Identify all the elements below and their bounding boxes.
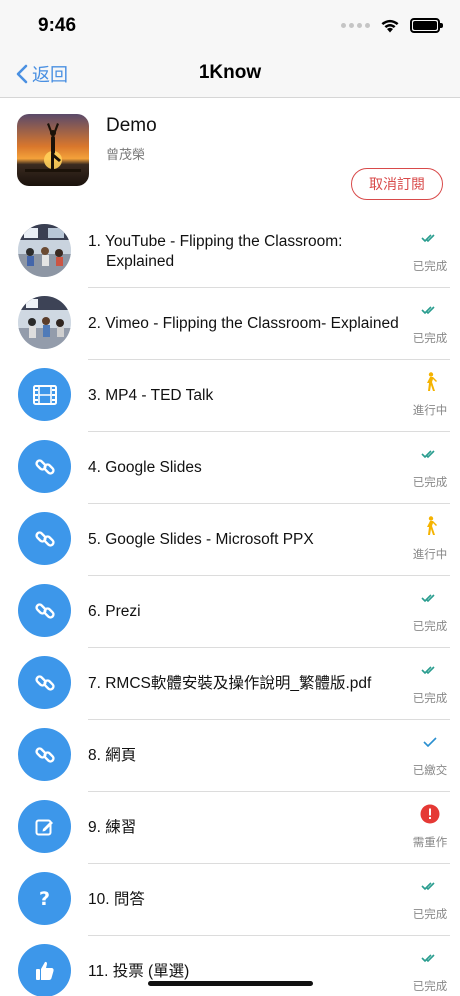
list-item[interactable]: 6. Prezi 已完成 bbox=[0, 576, 460, 648]
double-check-icon bbox=[421, 450, 435, 459]
course-cover-image bbox=[17, 114, 89, 186]
home-indicator bbox=[148, 981, 313, 986]
unit-title: 8. 網頁 bbox=[88, 747, 137, 764]
double-check-icon bbox=[421, 882, 435, 891]
double-check-icon bbox=[421, 666, 435, 675]
status-completed: 已完成 bbox=[408, 946, 452, 996]
status-completed: 已完成 bbox=[408, 298, 452, 350]
link-icon bbox=[18, 440, 71, 493]
video-thumbnail bbox=[18, 224, 71, 277]
status-in-progress: 進行中 bbox=[408, 514, 452, 566]
list-item[interactable]: ? 10. 問答 已完成 bbox=[0, 864, 460, 936]
list-item[interactable]: 5. Google Slides - Microsoft PPX 進行中 bbox=[0, 504, 460, 576]
status-icons bbox=[341, 18, 443, 33]
status-completed: 已完成 bbox=[408, 226, 452, 278]
unit-title: 4. Google Slides bbox=[88, 459, 202, 476]
walking-person-icon bbox=[427, 516, 437, 535]
link-icon bbox=[18, 656, 71, 709]
unit-title: 10. 問答 bbox=[88, 891, 145, 908]
double-check-icon bbox=[421, 954, 435, 963]
double-check-icon bbox=[421, 594, 435, 603]
unit-list: 1. YouTube - Flipping the Classroom: Exp… bbox=[0, 216, 460, 996]
status-time: 9:46 bbox=[38, 15, 77, 36]
double-check-icon bbox=[421, 306, 435, 315]
status-submitted: 已繳交 bbox=[408, 730, 452, 782]
link-icon bbox=[18, 584, 71, 637]
signal-icon bbox=[341, 23, 370, 28]
course-teacher: 曾茂榮 bbox=[106, 147, 146, 162]
unsubscribe-button[interactable]: 取消訂閱 bbox=[351, 168, 443, 200]
status-bar: 9:46 bbox=[0, 0, 460, 50]
unit-title: 5. Google Slides - Microsoft PPX bbox=[88, 531, 314, 548]
link-icon bbox=[18, 512, 71, 565]
status-completed: 已完成 bbox=[408, 874, 452, 926]
list-item[interactable]: 8. 網頁 已繳交 bbox=[0, 720, 460, 792]
alert-icon bbox=[420, 804, 440, 824]
status-in-progress: 進行中 bbox=[408, 370, 452, 422]
unit-title: 2. Vimeo - Flipping the Classroom- Expla… bbox=[88, 315, 399, 332]
wifi-icon bbox=[381, 19, 399, 33]
list-item[interactable]: 9. 練習 需重作 bbox=[0, 792, 460, 864]
unit-title: 6. Prezi bbox=[88, 603, 141, 620]
thumbs-up-icon bbox=[18, 944, 71, 996]
link-icon bbox=[18, 728, 71, 781]
unit-title: 11. 投票 (單選) bbox=[88, 963, 190, 980]
list-item[interactable]: 3. MP4 - TED Talk 進行中 bbox=[0, 360, 460, 432]
status-completed: 已完成 bbox=[408, 442, 452, 494]
double-check-icon bbox=[421, 234, 435, 243]
unit-title: 9. 練習 bbox=[88, 819, 137, 836]
unit-title: 1. YouTube - Flipping the Classroom: Exp… bbox=[88, 233, 343, 270]
unit-title: 3. MP4 - TED Talk bbox=[88, 387, 214, 404]
film-icon bbox=[18, 368, 71, 421]
course-header: Demo 曾茂榮 取消訂閱 bbox=[0, 98, 460, 216]
navigation-bar: 返回 1Know bbox=[0, 50, 460, 98]
list-item[interactable]: 2. Vimeo - Flipping the Classroom- Expla… bbox=[0, 288, 460, 360]
status-redo: 需重作 bbox=[408, 802, 452, 854]
walking-person-icon bbox=[427, 372, 437, 391]
video-thumbnail bbox=[18, 296, 71, 349]
unit-title: 7. RMCS軟體安裝及操作說明_繁體版.pdf bbox=[88, 675, 372, 692]
course-title: Demo bbox=[106, 115, 157, 136]
battery-icon bbox=[410, 18, 443, 33]
status-completed: 已完成 bbox=[408, 658, 452, 710]
edit-icon bbox=[18, 800, 71, 853]
page-title: 1Know bbox=[198, 62, 262, 83]
question-icon: ? bbox=[18, 872, 71, 925]
status-completed: 已完成 bbox=[408, 586, 452, 638]
list-item[interactable]: 11. 投票 (單選) 已完成 bbox=[0, 936, 460, 996]
list-item[interactable]: 1. YouTube - Flipping the Classroom: Exp… bbox=[0, 216, 460, 288]
list-item[interactable]: 4. Google Slides 已完成 bbox=[0, 432, 460, 504]
list-item[interactable]: 7. RMCS軟體安裝及操作說明_繁體版.pdf 已完成 bbox=[0, 648, 460, 720]
single-check-icon bbox=[423, 737, 437, 747]
